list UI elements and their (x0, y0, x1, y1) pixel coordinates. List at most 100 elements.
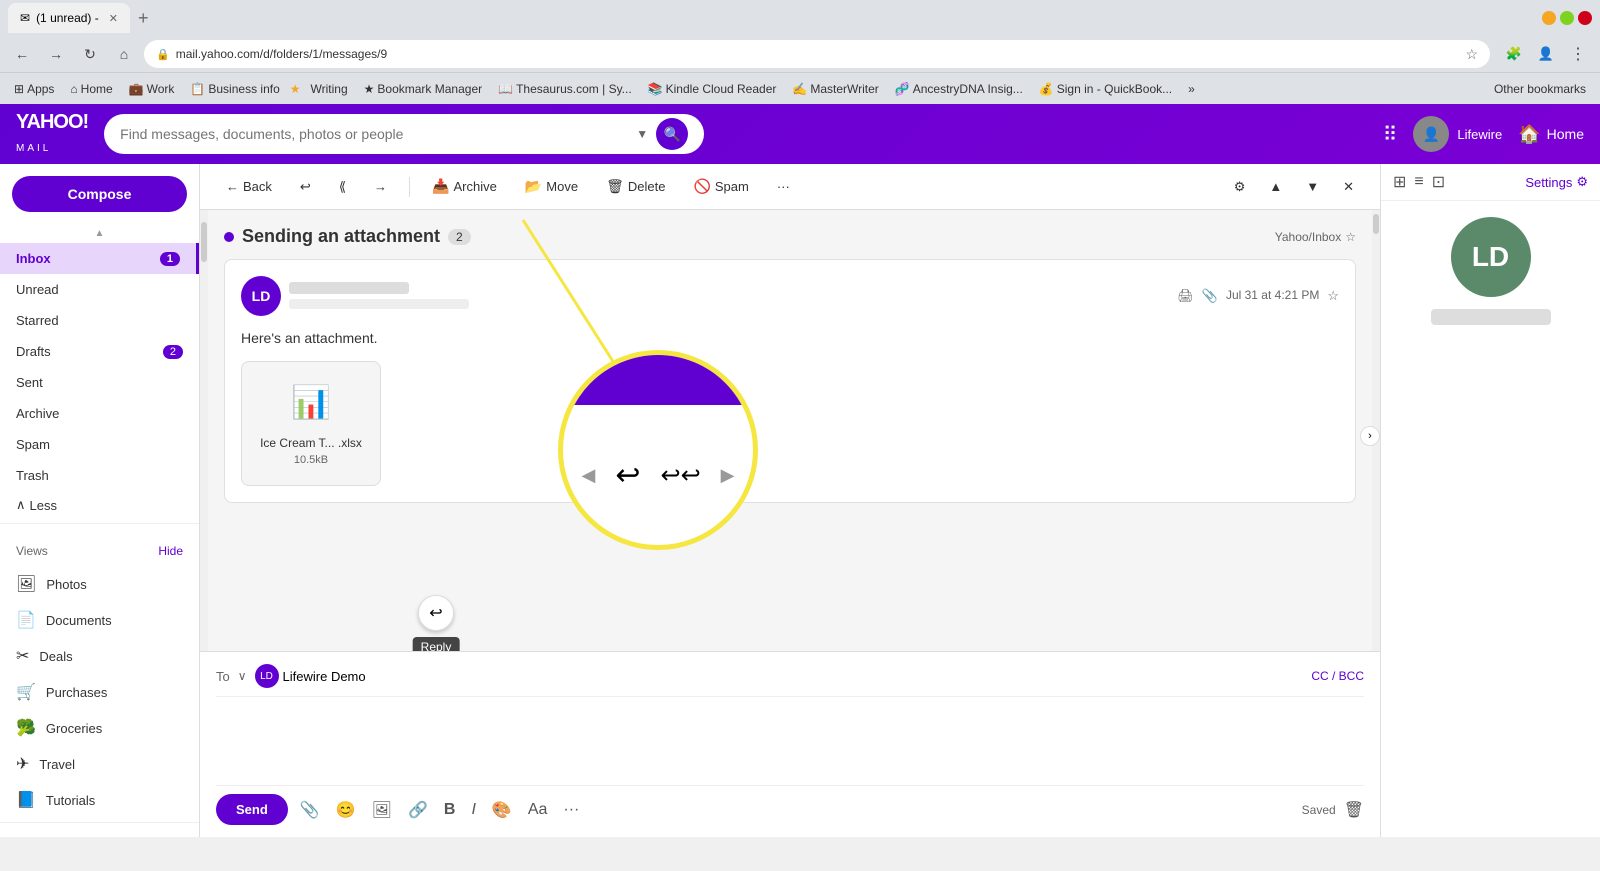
move-down-button[interactable]: ▼ (1296, 173, 1329, 200)
sidebar-item-drafts[interactable]: Drafts 2 (0, 336, 199, 367)
bookmark-apps[interactable]: ⊞ Apps (8, 80, 60, 98)
next-message-button[interactable]: → (364, 173, 397, 200)
emoji-button[interactable]: 😊 (332, 796, 360, 824)
grid-layout-icon-1[interactable]: ⊞ (1393, 172, 1406, 192)
sidebar-item-purchases[interactable]: 🛒 Purchases (0, 674, 199, 710)
move-button[interactable]: 📂 Move (515, 172, 588, 201)
sidebar-item-documents[interactable]: 📄 Documents (0, 602, 199, 638)
right-scrollbar-thumb[interactable] (1373, 214, 1379, 234)
link-button[interactable]: 🔗 (404, 796, 432, 824)
dropdown-icon[interactable]: ▼ (636, 127, 648, 141)
move-icon: 📂 (525, 178, 542, 195)
sidebar-item-inbox[interactable]: Inbox 1 (0, 243, 199, 274)
bookmark-ancestry[interactable]: 🧬 AncestryDNA Insig... (889, 80, 1029, 98)
grid-layout-icon-2[interactable]: ≡ (1414, 173, 1423, 191)
close-button[interactable] (1578, 11, 1592, 25)
attach-button[interactable]: 📎 (296, 796, 324, 824)
less-button[interactable]: ∧ Less (0, 491, 199, 519)
scrollbar-thumb[interactable] (201, 222, 207, 262)
italic-button[interactable]: I (467, 797, 479, 823)
bold-button[interactable]: B (440, 797, 460, 823)
home-button[interactable]: 🏠 Home (1518, 124, 1584, 145)
font-button[interactable]: Aa (524, 797, 552, 823)
close-tab-icon[interactable]: ✕ (109, 12, 118, 25)
forward-button[interactable]: → (42, 40, 70, 68)
toolbar-separator-1 (409, 177, 410, 197)
color-button[interactable]: 🎨 (488, 796, 516, 824)
new-tab-button[interactable]: + (130, 8, 157, 29)
minimize-button[interactable] (1542, 11, 1556, 25)
bookmark-manager[interactable]: ★ Bookmark Manager (358, 80, 488, 98)
bookmark-thesaurus[interactable]: 📖 Thesaurus.com | Sy... (492, 80, 638, 98)
bookmark-work[interactable]: 💼 Work (123, 80, 181, 98)
delete-button[interactable]: 🗑 Delete (596, 172, 675, 201)
url-text: mail.yahoo.com/d/folders/1/messages/9 (176, 47, 387, 61)
apps-grid-icon[interactable]: ⠿ (1383, 122, 1398, 147)
bookmark-other[interactable]: Other bookmarks (1488, 80, 1592, 98)
reply-float-button[interactable]: ↩ (418, 595, 454, 631)
print-icon[interactable]: 🖨 (1177, 288, 1194, 304)
search-input[interactable] (120, 126, 628, 142)
more-reply-button[interactable]: ··· (559, 797, 583, 823)
back-button[interactable]: ← (8, 40, 36, 68)
more-button[interactable]: ··· (767, 173, 800, 200)
bookmark-business[interactable]: 📋 Business info (184, 80, 285, 98)
bookmark-masterwriter[interactable]: ✍️ MasterWriter (786, 80, 884, 98)
extensions-button[interactable]: 🧩 (1500, 40, 1528, 68)
cc-bcc-button[interactable]: CC / BCC (1311, 669, 1364, 683)
zoom-reply-all-icon[interactable]: ↩↩ (660, 461, 700, 490)
image-button[interactable]: 🖼 (368, 796, 396, 824)
sidebar-item-photos[interactable]: 🖼 Photos (0, 566, 199, 602)
sidebar-item-trash[interactable]: Trash (0, 460, 199, 491)
masterwriter-icon: ✍️ (792, 82, 807, 96)
bookmark-more[interactable]: » (1182, 80, 1201, 98)
user-avatar[interactable]: 👤 (1413, 116, 1449, 152)
sidebar-item-sent[interactable]: Sent (0, 367, 199, 398)
reply-body[interactable] (216, 705, 1364, 785)
bookmark-star-icon[interactable]: ☆ (1465, 46, 1478, 63)
maximize-button[interactable] (1560, 11, 1574, 25)
discard-button[interactable]: 🗑 (1344, 800, 1364, 820)
filter-button[interactable]: ⚙ (1224, 173, 1256, 201)
reply-all-nav-button[interactable]: ⟪ (329, 173, 356, 201)
sidebar-item-travel[interactable]: ✈ Travel (0, 746, 199, 782)
refresh-button[interactable]: ↻ (76, 40, 104, 68)
sidebar-item-deals[interactable]: ✂ Deals (0, 638, 199, 674)
sidebar-item-spam[interactable]: Spam (0, 429, 199, 460)
menu-button[interactable]: ⋮ (1564, 40, 1592, 68)
search-button[interactable]: 🔍 (656, 118, 688, 150)
bookmark-kindle[interactable]: 📚 Kindle Cloud Reader (642, 80, 783, 98)
sidebar-item-groceries[interactable]: 🥦 Groceries (0, 710, 199, 746)
browser-tab[interactable]: ✉ (1 unread) - ✕ (8, 3, 130, 33)
sidebar-item-starred[interactable]: Starred (0, 305, 199, 336)
move-up-button[interactable]: ▲ (1259, 173, 1292, 200)
address-bar[interactable]: 🔒 mail.yahoo.com/d/folders/1/messages/9 … (144, 40, 1490, 68)
zoom-reply-icon[interactable]: ↩ (615, 458, 640, 493)
bookmark-home[interactable]: ⌂ Home (64, 80, 118, 98)
bookmark-writing[interactable]: Writing (305, 80, 354, 98)
message-star-icon[interactable]: ☆ (1327, 288, 1339, 304)
compose-button[interactable]: Compose (12, 176, 187, 212)
spam-button[interactable]: 🚫 Spam (683, 172, 758, 201)
profile-button[interactable]: 👤 (1532, 40, 1560, 68)
scroll-up-indicator[interactable]: ▲ (0, 224, 199, 243)
folder-star-icon[interactable]: ☆ (1345, 230, 1356, 244)
home-nav-button[interactable]: ⌂ (110, 40, 138, 68)
thread-header: Sending an attachment 2 Yahoo/Inbox ☆ (224, 226, 1356, 247)
search-bar[interactable]: ▼ 🔍 (104, 114, 704, 154)
sidebar-item-archive[interactable]: Archive (0, 398, 199, 429)
attachment-item[interactable]: 📊 Ice Cream T... .xlsx 10.5kB (241, 361, 381, 486)
close-thread-button[interactable]: ✕ (1333, 173, 1364, 201)
grid-layout-icon-3[interactable]: ⊡ (1432, 172, 1445, 192)
collapse-right-panel-button[interactable]: › (1360, 426, 1380, 446)
back-to-list-button[interactable]: ← Back (216, 173, 282, 200)
send-button[interactable]: Send (216, 794, 288, 825)
sidebar-item-unread[interactable]: Unread (0, 274, 199, 305)
settings-link[interactable]: Settings ⚙ (1525, 174, 1588, 190)
prev-message-button[interactable]: ↩ (290, 173, 321, 201)
bookmark-quickbooks[interactable]: 💰 Sign in - QuickBook... (1033, 80, 1178, 98)
archive-button[interactable]: 📥 Archive (422, 172, 507, 201)
hide-views-button[interactable]: Hide (158, 544, 183, 558)
recipient-avatar: LD (255, 664, 279, 688)
sidebar-item-tutorials[interactable]: 📘 Tutorials (0, 782, 199, 818)
